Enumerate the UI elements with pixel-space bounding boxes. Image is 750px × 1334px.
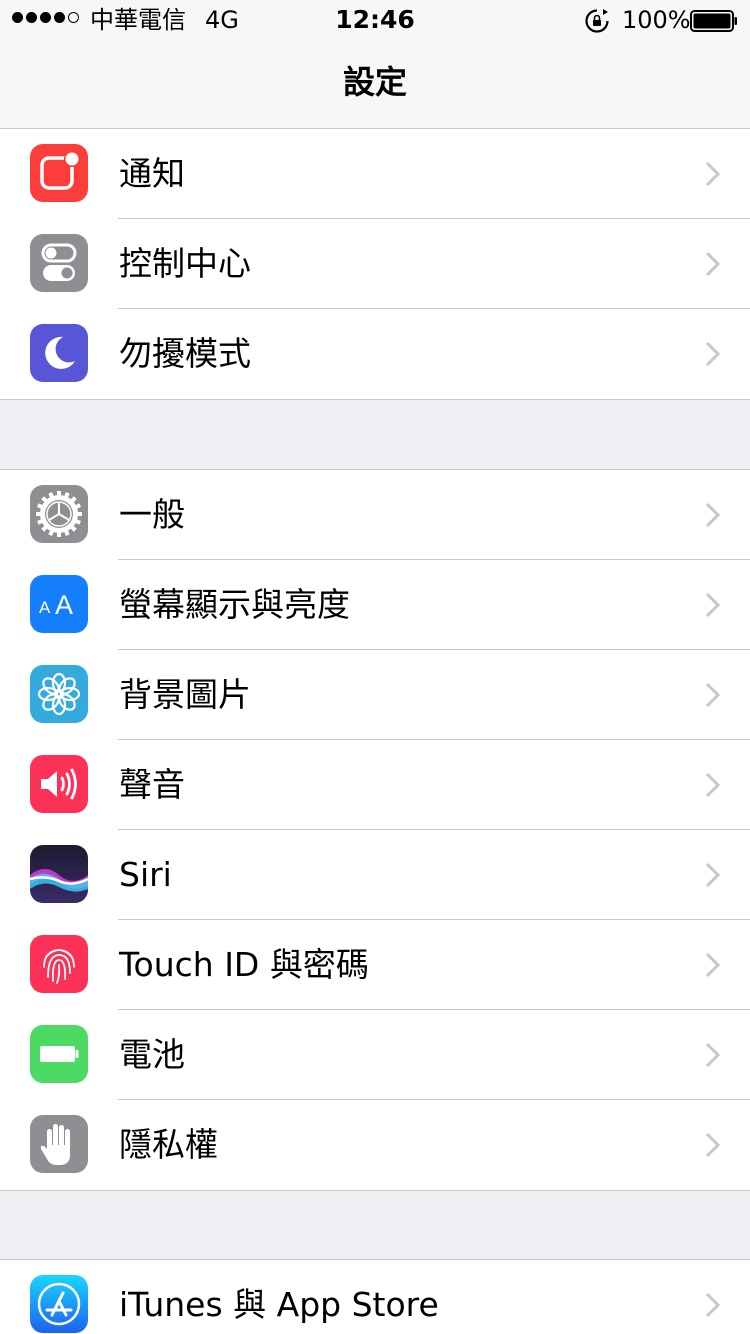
- settings-row-touch-id-passcode[interactable]: Touch ID 與密碼: [0, 920, 750, 1010]
- settings-row-privacy[interactable]: 隱私權: [0, 1100, 750, 1190]
- wallpaper-flower-icon: [30, 665, 88, 723]
- chevron-right-icon: [705, 772, 721, 798]
- settings-row-label: 背景圖片: [119, 675, 251, 714]
- settings-row-display-brightness[interactable]: A A 螢幕顯示與亮度: [0, 560, 750, 650]
- display-brightness-icon: A A: [30, 575, 88, 633]
- chevron-right-icon: [705, 952, 721, 978]
- gear-icon: [30, 485, 88, 543]
- chevron-right-icon: [705, 161, 721, 187]
- hand-icon: [30, 1115, 88, 1173]
- svg-text:A: A: [39, 598, 51, 617]
- settings-screen: 中華電信 4G 12:46 100% 設定 通知 控制中心 勿擾模式 一般 A …: [0, 0, 750, 1334]
- app-store-icon: [30, 1275, 88, 1333]
- settings-row-label: 勿擾模式: [119, 334, 251, 373]
- chevron-right-icon: [705, 862, 721, 888]
- svg-text:A: A: [55, 590, 73, 620]
- page-title: 設定: [342, 63, 407, 101]
- siri-icon: [30, 845, 88, 903]
- top-bar: 中華電信 4G 12:46 100% 設定: [0, 0, 750, 130]
- battery-level-icon: [690, 10, 737, 32]
- settings-row-siri[interactable]: Siri: [0, 830, 750, 920]
- settings-row-notifications[interactable]: 通知: [0, 129, 750, 219]
- settings-row-label: Siri: [119, 855, 172, 894]
- settings-row-label: 控制中心: [119, 244, 251, 283]
- control-center-icon: [30, 234, 88, 292]
- chevron-right-icon: [705, 1132, 721, 1158]
- settings-row-general[interactable]: 一般: [0, 470, 750, 560]
- settings-row-label: Touch ID 與密碼: [119, 945, 369, 984]
- chevron-right-icon: [705, 682, 721, 708]
- speaker-icon: [30, 755, 88, 813]
- notifications-icon: [30, 144, 88, 202]
- battery-percentage: 100%: [622, 6, 691, 34]
- chevron-right-icon: [705, 592, 721, 618]
- settings-row-itunes-app-store[interactable]: iTunes 與 App Store: [0, 1260, 750, 1334]
- chevron-right-icon: [705, 341, 721, 367]
- settings-row-do-not-disturb[interactable]: 勿擾模式: [0, 309, 750, 399]
- moon-icon: [30, 324, 88, 382]
- settings-group-2: 一般 A A 螢幕顯示與亮度 背景圖片 聲音 Siri Touch ID 與密碼…: [0, 469, 750, 1191]
- settings-row-label: 電池: [119, 1035, 185, 1074]
- settings-row-label: 一般: [119, 495, 185, 534]
- settings-group-3: iTunes 與 App Store: [0, 1259, 750, 1334]
- settings-row-label: 通知: [119, 154, 185, 193]
- settings-row-label: 聲音: [119, 765, 185, 804]
- settings-row-sounds[interactable]: 聲音: [0, 740, 750, 830]
- chevron-right-icon: [705, 1042, 721, 1068]
- settings-row-label: 螢幕顯示與亮度: [119, 585, 350, 624]
- settings-row-label: 隱私權: [119, 1125, 218, 1164]
- status-bar: 中華電信 4G 12:46 100%: [0, 0, 750, 40]
- chevron-right-icon: [705, 1292, 721, 1318]
- settings-row-label: iTunes 與 App Store: [119, 1285, 439, 1324]
- settings-group-1: 通知 控制中心 勿擾模式: [0, 128, 750, 400]
- orientation-lock-icon: [585, 9, 609, 33]
- chevron-right-icon: [705, 502, 721, 528]
- settings-row-wallpaper[interactable]: 背景圖片: [0, 650, 750, 740]
- battery-icon: [30, 1025, 88, 1083]
- fingerprint-icon: [30, 935, 88, 993]
- settings-row-control-center[interactable]: 控制中心: [0, 219, 750, 309]
- chevron-right-icon: [705, 251, 721, 277]
- settings-row-battery[interactable]: 電池: [0, 1010, 750, 1100]
